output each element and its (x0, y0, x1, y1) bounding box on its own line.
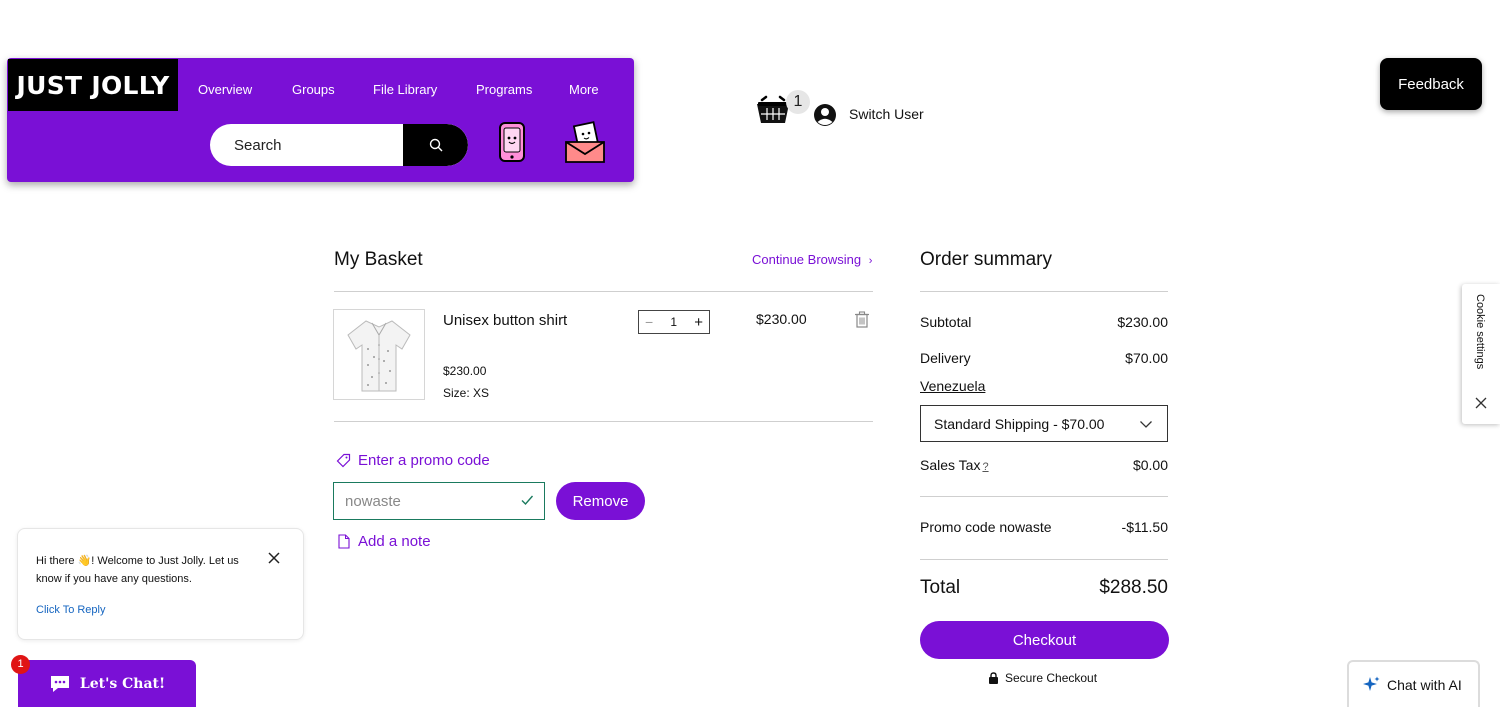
product-image[interactable] (333, 309, 425, 400)
search-button[interactable] (403, 124, 468, 166)
promo-row: Promo code nowaste -$11.50 (920, 519, 1168, 535)
cart-count-badge: 1 (786, 90, 810, 114)
decrement-button[interactable]: − (645, 314, 653, 330)
checkout-button[interactable]: Checkout (920, 621, 1169, 659)
increment-button[interactable]: + (694, 314, 703, 331)
shipping-select-value: Standard Shipping - $70.00 (934, 415, 1105, 432)
secure-checkout-label: Secure Checkout (1005, 671, 1098, 685)
summary-divider-mid (920, 496, 1168, 497)
remove-promo-button[interactable]: Remove (556, 482, 645, 520)
switch-user-link[interactable]: Switch User (849, 106, 924, 122)
quantity-stepper: − 1 + (638, 310, 710, 334)
promo-label: Promo code nowaste (920, 519, 1052, 535)
quantity-value[interactable]: 1 (670, 315, 677, 329)
subtotal-row: Subtotal $230.00 (920, 314, 1168, 330)
product-unit-price: $230.00 (443, 364, 487, 378)
chat-welcome-message: Hi there 👋! Welcome to Just Jolly. Let u… (36, 555, 239, 585)
nav-programs[interactable]: Programs (476, 82, 532, 97)
cookie-settings-label: Cookie settings (1474, 294, 1486, 370)
cookie-settings-tab[interactable]: Cookie settings (1462, 284, 1500, 424)
sparkle-icon (1363, 676, 1380, 691)
basket-title: My Basket (334, 249, 423, 270)
sales-tax-row: Sales Tax? $0.00 (920, 457, 1168, 473)
sales-tax-label: Sales Tax (920, 457, 981, 473)
chat-bubble-icon (50, 675, 69, 692)
continue-browsing-label: Continue Browsing (752, 252, 862, 267)
envelope-mascot-icon[interactable] (562, 120, 608, 166)
close-icon[interactable] (268, 552, 280, 564)
lets-chat-label: Let's Chat! (79, 675, 166, 692)
check-icon (521, 495, 534, 506)
total-label: Total (920, 577, 961, 598)
subtotal-value: $230.00 (1117, 314, 1168, 330)
total-value: $288.50 (1099, 577, 1168, 598)
notification-badge: 1 (11, 655, 30, 674)
delivery-row: Delivery $70.00 (920, 350, 1168, 366)
basket-divider-bottom (334, 421, 873, 422)
nav-file-library[interactable]: File Library (373, 82, 437, 97)
line-total: $230.00 (756, 311, 807, 327)
product-size: Size: XS (443, 386, 490, 400)
lets-chat-button[interactable]: Let's Chat! (18, 660, 196, 707)
sales-tax-value: $0.00 (1132, 457, 1168, 473)
chevron-down-icon (1140, 421, 1152, 428)
promo-code-value: nowaste (345, 492, 401, 510)
promo-value: -$11.50 (1121, 519, 1168, 535)
feedback-button[interactable]: Feedback (1380, 58, 1482, 110)
continue-browsing-link[interactable]: Continue Browsing › (752, 252, 872, 267)
cart-icon[interactable] (756, 94, 790, 126)
secure-checkout: Secure Checkout (988, 671, 1097, 685)
product-name[interactable]: Unisex button shirt (443, 310, 573, 331)
basket-divider-top (334, 291, 873, 292)
phone-mascot-icon[interactable] (496, 120, 530, 166)
site-logo[interactable]: JUST JOLLY (8, 59, 178, 111)
trash-icon[interactable] (854, 311, 870, 328)
subtotal-label: Subtotal (920, 314, 972, 330)
delivery-country-link[interactable]: Venezuela (920, 378, 985, 394)
tax-help-link[interactable]: ? (982, 461, 988, 473)
search-input[interactable] (210, 124, 403, 166)
search-bar (210, 124, 468, 166)
promo-code-link[interactable]: Enter a promo code (336, 452, 490, 469)
close-icon[interactable] (1475, 397, 1487, 409)
chat-with-ai-label: Chat with AI (1387, 676, 1462, 693)
shirt-icon (347, 319, 411, 391)
shipping-select[interactable]: Standard Shipping - $70.00 (920, 405, 1168, 442)
nav-groups[interactable]: Groups (292, 82, 335, 97)
delivery-label: Delivery (920, 350, 971, 366)
add-note-link[interactable]: Add a note (338, 533, 431, 550)
tag-icon (336, 453, 351, 468)
chat-with-ai-button[interactable]: Chat with AI (1347, 660, 1480, 707)
click-to-reply-link[interactable]: Click To Reply (36, 604, 106, 616)
promo-code-input[interactable]: nowaste (333, 482, 545, 520)
order-summary-title: Order summary (920, 249, 1052, 270)
nav-more[interactable]: More (569, 82, 599, 97)
delivery-value: $70.00 (1125, 350, 1168, 366)
promo-code-label: Enter a promo code (358, 452, 490, 469)
note-icon (338, 534, 350, 549)
total-row: Total $288.50 (920, 577, 1168, 599)
user-avatar-icon[interactable] (813, 103, 837, 127)
summary-divider-bottom (920, 559, 1168, 560)
lock-icon (989, 672, 998, 684)
chevron-right-icon: › (868, 255, 873, 267)
add-note-label: Add a note (358, 533, 431, 550)
summary-divider-top (920, 291, 1168, 292)
nav-overview[interactable]: Overview (198, 82, 252, 97)
chat-popup: Hi there 👋! Welcome to Just Jolly. Let u… (17, 528, 304, 640)
search-icon (429, 138, 442, 152)
